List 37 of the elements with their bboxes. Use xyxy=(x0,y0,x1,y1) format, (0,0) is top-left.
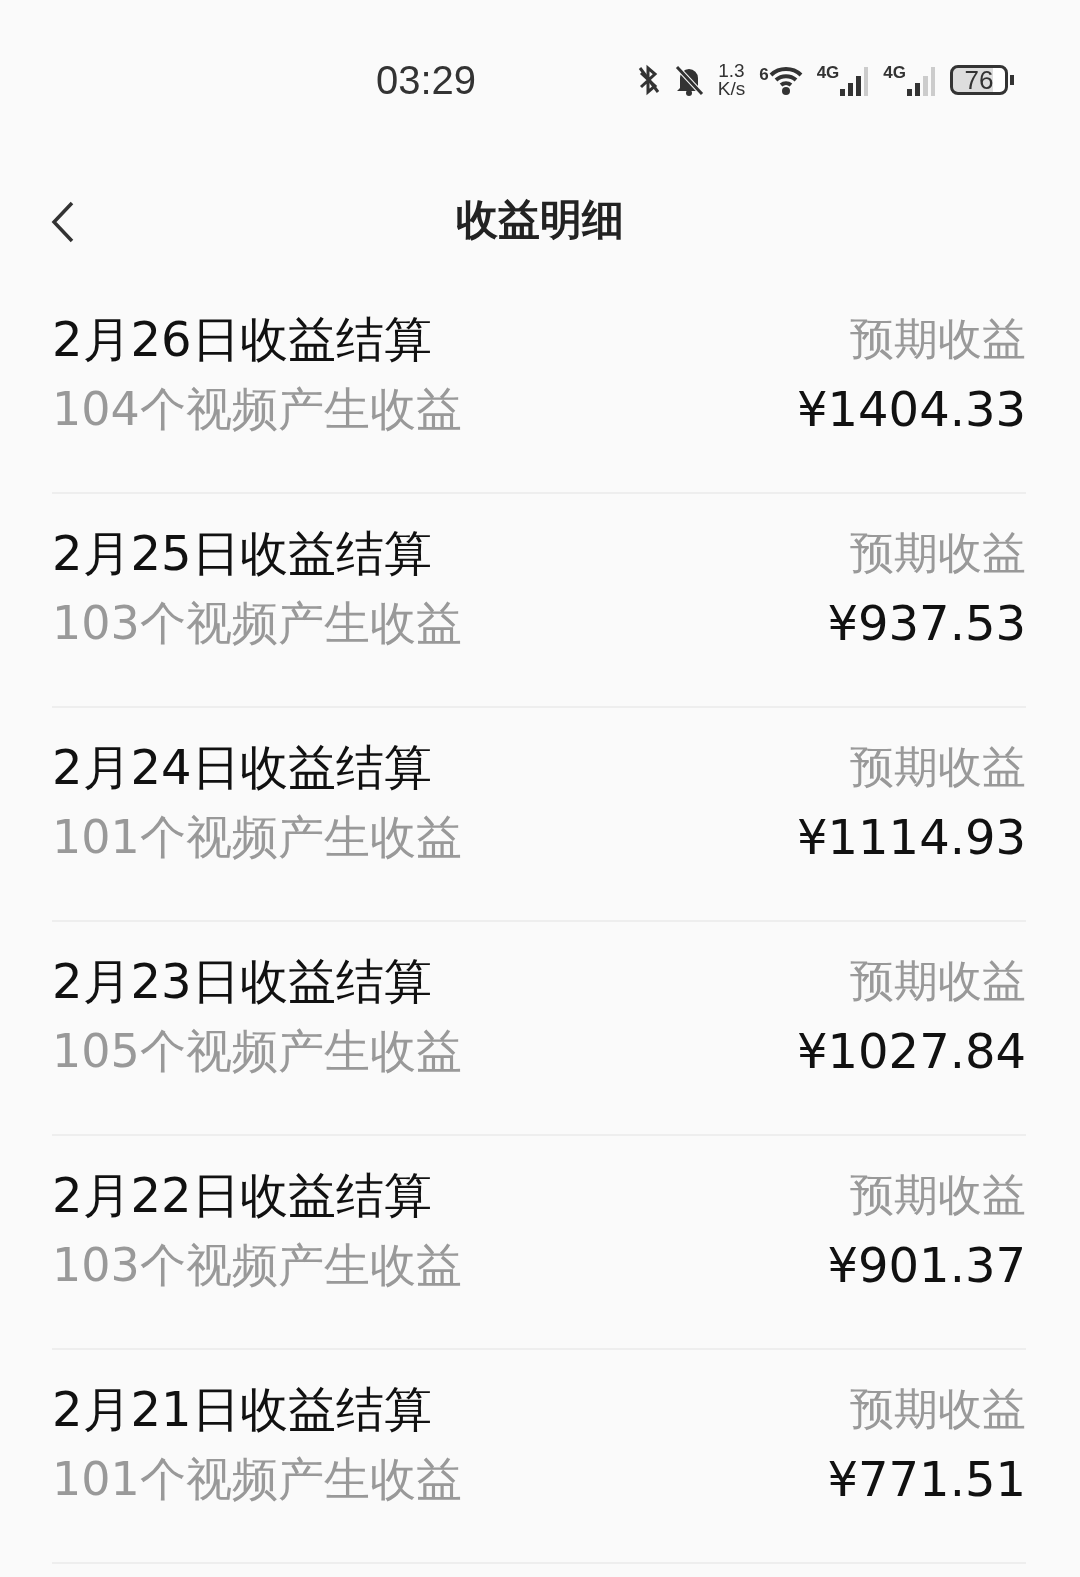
video-count: 104个视频产生收益 xyxy=(52,381,462,438)
battery-tip-icon xyxy=(1010,75,1014,85)
income-amount: ¥1114.93 xyxy=(796,808,1026,866)
expected-income-label: 预期收益 xyxy=(850,1382,1026,1436)
network-type: 4G xyxy=(816,63,840,83)
bluetooth-icon xyxy=(637,64,660,96)
video-count: 103个视频产生收益 xyxy=(52,595,462,652)
settlement-title: 2月22日收益结算 xyxy=(52,1166,433,1224)
expected-income-label: 预期收益 xyxy=(850,526,1026,580)
settlement-title: 2月23日收益结算 xyxy=(52,952,433,1010)
network-type: 4G xyxy=(883,63,906,83)
back-icon xyxy=(50,200,76,244)
income-amount: ¥771.51 xyxy=(827,1450,1026,1508)
settlement-title: 2月26日收益结算 xyxy=(52,310,433,368)
video-count: 103个视频产生收益 xyxy=(52,1237,462,1294)
expected-income-label: 预期收益 xyxy=(850,954,1026,1008)
settlement-title: 2月24日收益结算 xyxy=(52,738,433,796)
network-speed: 1.3 xyxy=(718,62,745,80)
wifi-icon xyxy=(768,65,803,95)
expected-income-label: 预期收益 xyxy=(850,740,1026,794)
settlement-title: 2月25日收益结算 xyxy=(52,524,433,582)
income-amount: ¥1027.84 xyxy=(796,1022,1026,1080)
income-amount: ¥901.37 xyxy=(827,1236,1026,1294)
page-title: 收益明细 xyxy=(456,194,624,246)
income-amount: ¥1404.33 xyxy=(796,380,1026,438)
settlement-title: 2月21日收益结算 xyxy=(52,1380,433,1438)
speed-unit: K/s xyxy=(717,80,746,98)
clock-time: 03:29 xyxy=(376,57,477,103)
wifi-label: 6 xyxy=(759,65,769,85)
battery-level: 76 xyxy=(950,65,1008,95)
video-count: 101个视频产生收益 xyxy=(52,1451,462,1508)
muted-bell-icon xyxy=(673,64,704,96)
income-amount: ¥937.53 xyxy=(827,594,1026,652)
expected-income-label: 预期收益 xyxy=(850,1168,1026,1222)
expected-income-label: 预期收益 xyxy=(850,312,1026,366)
video-count: 101个视频产生收益 xyxy=(52,809,462,866)
video-count: 105个视频产生收益 xyxy=(52,1023,462,1080)
